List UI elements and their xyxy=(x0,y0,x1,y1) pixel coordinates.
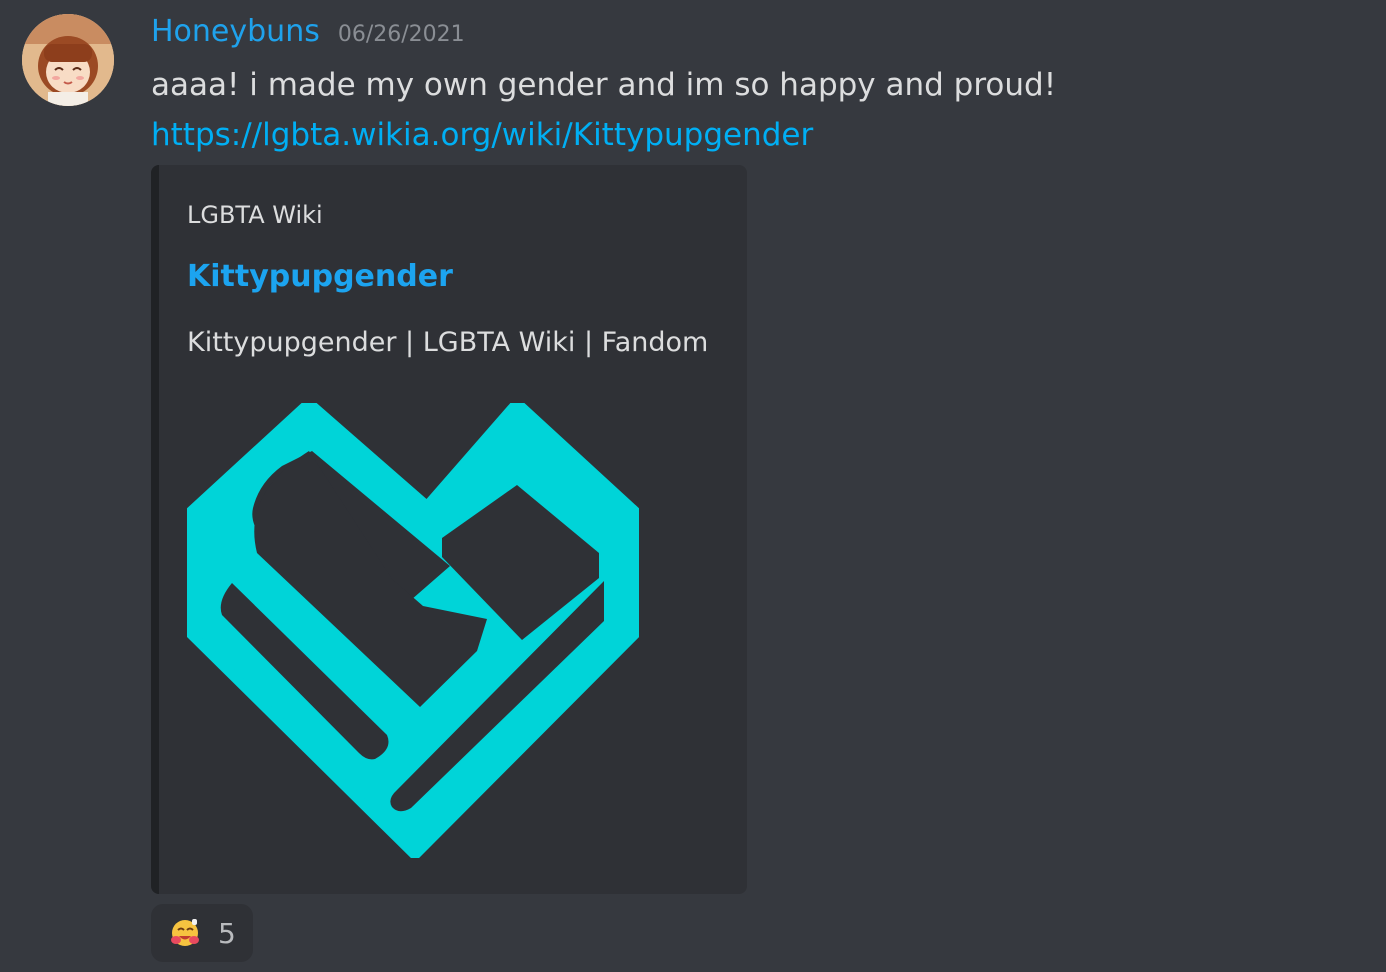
link-embed: LGBTA Wiki Kittypupgender Kittypupgender… xyxy=(151,165,747,894)
embed-accent-bar xyxy=(151,165,159,894)
message-text: aaaa! i made my own gender and im so hap… xyxy=(151,67,1057,103)
message-header: Honeybuns 06/26/2021 xyxy=(151,14,465,58)
user-avatar[interactable] xyxy=(22,14,114,106)
reaction-count: 5 xyxy=(218,916,236,950)
chat-message: Honeybuns 06/26/2021 aaaa! i made my own… xyxy=(0,0,1386,972)
reaction-button[interactable]: 5 xyxy=(151,904,253,962)
fandom-heart-logo-icon[interactable] xyxy=(187,403,639,858)
embed-provider: LGBTA Wiki xyxy=(187,201,323,229)
message-link[interactable]: https://lgbta.wikia.org/wiki/Kittypupgen… xyxy=(151,114,813,156)
message-timestamp: 06/26/2021 xyxy=(337,22,465,47)
hug-emoji-icon xyxy=(171,919,199,946)
username[interactable]: Honeybuns xyxy=(151,14,320,49)
avatar-image xyxy=(22,14,114,106)
embed-title[interactable]: Kittypupgender xyxy=(187,259,453,294)
embed-description: Kittypupgender | LGBTA Wiki | Fandom xyxy=(187,327,709,358)
